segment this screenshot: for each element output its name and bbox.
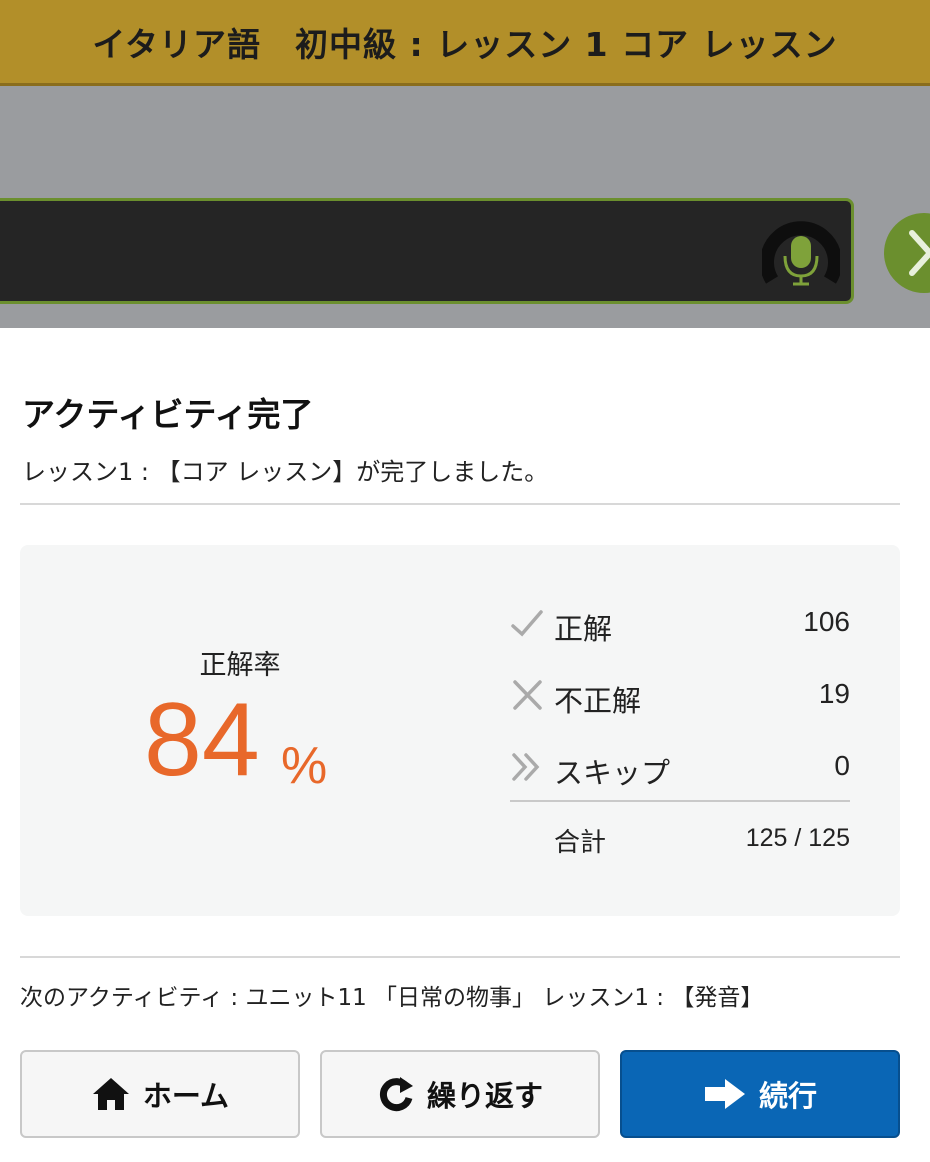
microphone-icon	[760, 221, 842, 286]
continue-button-label: 続行	[758, 1079, 817, 1113]
total-value: 125 / 125	[745, 824, 850, 852]
stat-label: 不正解	[554, 684, 642, 718]
arrow-right-icon	[703, 1077, 747, 1111]
stat-row-skipped: スキップ 0	[510, 746, 850, 796]
check-icon	[510, 606, 544, 640]
completion-subtitle: レッスン1 : 【コア レッスン】が完了しました。	[22, 458, 549, 486]
stats-divider	[510, 800, 850, 802]
repeat-button[interactable]: 繰り返す	[320, 1050, 600, 1138]
stat-value: 106	[803, 606, 850, 637]
speech-input-bar	[0, 198, 854, 304]
lesson-title: イタリア語 初中級 : レッスン 1 コア レッスン	[92, 24, 838, 64]
stat-row-correct: 正解 106	[510, 602, 850, 652]
home-button[interactable]: ホーム	[20, 1050, 300, 1138]
double-chevron-icon	[510, 750, 544, 784]
next-activity-text: 次のアクティビティ : ユニット11 「日常の物事」 レッスン1 : 【発音】	[20, 985, 764, 1011]
total-label: 合計	[554, 828, 607, 858]
continue-button[interactable]: 続行	[620, 1050, 900, 1138]
chevron-right-icon	[909, 230, 930, 276]
stat-label: 正解	[554, 612, 613, 646]
cross-icon	[510, 678, 544, 712]
refresh-icon	[377, 1074, 415, 1114]
divider	[20, 956, 900, 958]
stat-row-incorrect: 不正解 19	[510, 674, 850, 724]
stat-value: 0	[834, 750, 850, 781]
home-icon	[91, 1076, 131, 1112]
divider	[20, 503, 900, 505]
home-button-label: ホーム	[142, 1079, 230, 1113]
completion-title: アクティビティ完了	[22, 395, 314, 434]
stat-label: スキップ	[554, 756, 671, 790]
accuracy-unit: %	[281, 737, 328, 795]
microphone-button[interactable]	[760, 218, 842, 296]
lesson-header: イタリア語 初中級 : レッスン 1 コア レッスン	[0, 0, 930, 86]
next-arrow-button[interactable]	[884, 213, 930, 293]
stat-value: 19	[818, 678, 850, 709]
accuracy-label: 正解率	[199, 650, 281, 681]
repeat-button-label: 繰り返す	[426, 1079, 543, 1113]
accuracy-value: 84	[144, 682, 260, 798]
